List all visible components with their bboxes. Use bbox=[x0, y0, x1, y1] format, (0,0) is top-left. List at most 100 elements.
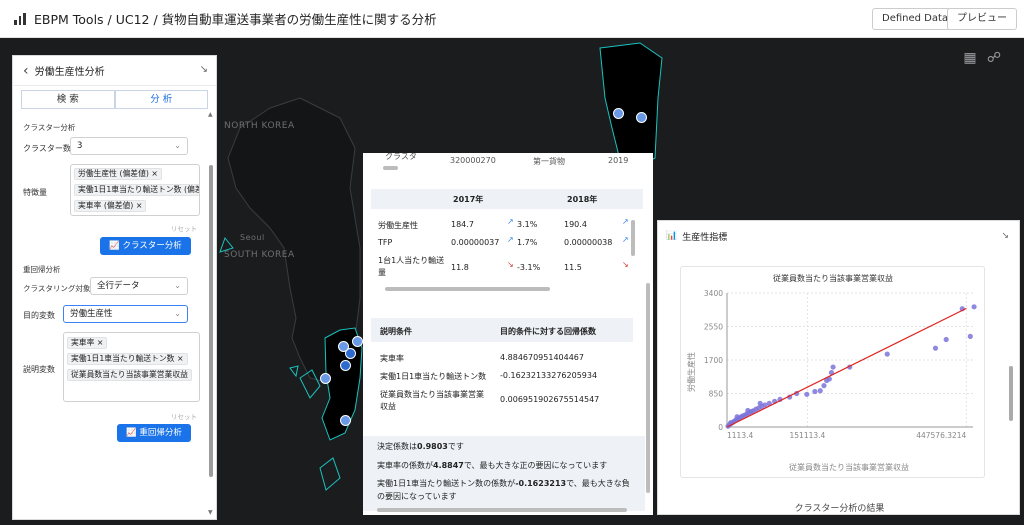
scatter-chart-card: 従業員数当たり当該事業営業収益 従業員数当たり当該事業営業収益 労働生産性 0 8… bbox=[680, 266, 985, 478]
year-header-row bbox=[371, 189, 643, 209]
bar-chart-icon: 📊 bbox=[666, 231, 678, 241]
productivity-header: 📊 生産性指標 ↘ bbox=[658, 221, 1019, 251]
map-marker[interactable] bbox=[613, 108, 624, 119]
map-marker[interactable] bbox=[352, 336, 363, 347]
cluster-section-label: クラスター分析 bbox=[23, 123, 76, 132]
metric-value-2017: 11.8 bbox=[451, 263, 469, 272]
data-point bbox=[745, 407, 751, 414]
tab-search[interactable]: 検 索 bbox=[21, 90, 115, 109]
x-tick-label: 1113.4 bbox=[727, 431, 753, 440]
cluster-count-select[interactable]: 3 ⌄ bbox=[70, 137, 188, 155]
metric-value-2018: 0.00000038 bbox=[564, 238, 613, 247]
chevron-down-icon: ⌄ bbox=[174, 141, 181, 150]
back-icon[interactable]: ‹ bbox=[23, 63, 29, 79]
data-point bbox=[821, 383, 827, 389]
preview-button[interactable]: プレビュー bbox=[947, 8, 1017, 30]
regression-row-label: 実車率 bbox=[380, 354, 404, 363]
scroll-thumb[interactable] bbox=[209, 165, 213, 477]
summary-r2: 決定係数は0.9803です bbox=[377, 442, 464, 451]
map-label-south-korea: SOUTH KOREA bbox=[224, 250, 295, 260]
regression-row-label: 従業員数当たり当該事業営業収益 bbox=[380, 390, 484, 411]
defined-data-button[interactable]: Defined Data bbox=[872, 8, 959, 30]
tab-analysis[interactable]: 分 析 bbox=[114, 90, 208, 109]
trend-line bbox=[726, 307, 967, 428]
trend-down-icon: ↘ bbox=[622, 260, 629, 269]
metric-label: 労働生産性 bbox=[378, 221, 418, 230]
map-icon[interactable]: ▦ bbox=[962, 50, 978, 66]
regression-reset-link[interactable]: リセット bbox=[171, 411, 197, 421]
regression-analysis-button[interactable]: 📈 重回帰分析 bbox=[117, 424, 191, 442]
bar-chart-icon bbox=[14, 12, 27, 25]
y-tick-label: 3400 bbox=[704, 289, 723, 298]
cluster-year: 2019 bbox=[608, 156, 629, 165]
target-scope-select[interactable]: 全行データ ⌄ bbox=[90, 277, 188, 295]
feature-tag[interactable]: 実車率 (偏差値) × bbox=[74, 200, 147, 212]
panel-vertical-scrollbar[interactable] bbox=[646, 283, 650, 493]
explanatory-tag[interactable]: 実車率 × bbox=[67, 337, 108, 349]
scroll-down-icon[interactable]: ▼ bbox=[208, 509, 213, 516]
explanatory-label: 説明変数 bbox=[23, 365, 55, 374]
explanatory-tag[interactable]: 実働1日1車当たり輸送トン数 × bbox=[67, 353, 188, 365]
data-point bbox=[734, 414, 740, 420]
cluster-analysis-button[interactable]: 📈 クラスター分析 bbox=[100, 237, 191, 255]
year-2017-header: 2017年 bbox=[453, 195, 484, 204]
panel-body: クラスター分析 クラスター数 3 ⌄ 特徴量 労働生産性 (偏差値) × 実働1… bbox=[13, 108, 209, 518]
map-marker[interactable] bbox=[340, 415, 351, 426]
cluster-reset-link[interactable]: リセット bbox=[171, 223, 197, 233]
page-title: EBPM Tools / UC12 / 貨物自動車運送事業者の労働生産性に関する… bbox=[34, 12, 437, 27]
cluster-result-label: クラスター分析の結果 bbox=[794, 504, 885, 514]
y-tick-label: 2550 bbox=[704, 323, 723, 332]
map-marker[interactable] bbox=[340, 360, 351, 371]
table-vertical-scrollbar[interactable] bbox=[631, 220, 635, 256]
objective-select[interactable]: 労働生産性 ⌄ bbox=[63, 305, 188, 323]
summary-line-positive: 実車率の係数が4.8847で、最も大きな正の要因になっています bbox=[377, 461, 608, 470]
map-label-north-korea: NORTH KOREA bbox=[224, 121, 295, 131]
map-marker[interactable] bbox=[338, 341, 349, 352]
map-marker[interactable] bbox=[320, 373, 331, 384]
map-marker[interactable] bbox=[636, 112, 647, 123]
features-label: 特徴量 bbox=[23, 188, 47, 197]
chart-title: 従業員数当たり当該事業営業収益 bbox=[773, 273, 893, 283]
summary-line-negative-cont: の要因になっています bbox=[377, 492, 457, 501]
metric-value-2018: 190.4 bbox=[564, 220, 587, 229]
chart-x-axis-label: 従業員数当たり当該事業営業収益 bbox=[789, 462, 909, 472]
explanatory-tag[interactable]: 従業員数当たり当該事業営業収益 bbox=[67, 369, 192, 381]
feature-tag[interactable]: 労働生産性 (偏差値) × bbox=[74, 168, 162, 180]
regression-row-value: -0.16232133276205934 bbox=[500, 371, 598, 380]
collapse-icon[interactable]: ↘ bbox=[200, 64, 208, 75]
panel-horizontal-scrollbar[interactable] bbox=[377, 508, 627, 512]
panel-vertical-scrollbar[interactable] bbox=[1009, 366, 1013, 421]
target-scope-label: クラスタリング対象 bbox=[23, 284, 91, 293]
analysis-panel: ‹ 労働生産性分析 ↘ 検 索 分 析 クラスター分析 クラスター数 3 ⌄ 特… bbox=[12, 55, 217, 520]
data-point bbox=[884, 351, 890, 357]
data-point bbox=[943, 336, 949, 343]
feature-tag[interactable]: 実働1日1車当たり輸送トン数 (偏差 bbox=[74, 184, 199, 196]
table-horizontal-scrollbar[interactable] bbox=[385, 287, 550, 291]
data-point bbox=[812, 388, 818, 395]
metric-value-2018: 11.5 bbox=[564, 263, 582, 272]
productivity-title: 生産性指標 bbox=[682, 232, 728, 243]
explanatory-multiselect[interactable]: 実車率 × 実働1日1車当たり輸送トン数 × 従業員数当たり当該事業営業収益 bbox=[63, 332, 200, 402]
metric-value-2017: 184.7 bbox=[451, 220, 474, 229]
collapse-icon[interactable]: ↘ bbox=[1001, 231, 1009, 241]
regression-row-label: 実働1日1車当たり輸送トン数 bbox=[380, 372, 487, 381]
metric-label: 1台1人当たり輸送量 bbox=[378, 256, 445, 277]
x-tick-label: 151113.4 bbox=[790, 431, 826, 440]
regression-row-value: 0.006951902675514547 bbox=[500, 395, 600, 404]
cluster-count-value: 3 bbox=[77, 141, 83, 151]
metric-value-2017: 0.00000037 bbox=[451, 238, 500, 247]
detail-panel: クラスタ 320000270 第一貨物 2019 2017年 2018年 労働生… bbox=[363, 153, 653, 515]
year-2018-header: 2018年 bbox=[567, 195, 598, 204]
scroll-up-icon[interactable]: ▲ bbox=[208, 111, 213, 118]
trend-down-icon: ↘ bbox=[507, 260, 514, 269]
panel-scrollbar[interactable]: ▲ ▼ bbox=[208, 111, 214, 516]
horizontal-scrollbar[interactable] bbox=[383, 166, 398, 170]
company-name: 第一貨物 bbox=[533, 157, 565, 166]
objective-value: 労働生産性 bbox=[70, 309, 113, 319]
panel-header: ‹ 労働生産性分析 ↘ bbox=[13, 56, 216, 86]
metric-change-2017: 1.7% bbox=[517, 238, 538, 247]
network-icon[interactable]: ☍ bbox=[986, 50, 1002, 66]
y-tick-label: 850 bbox=[709, 390, 724, 399]
features-multiselect[interactable]: 労働生産性 (偏差値) × 実働1日1車当たり輸送トン数 (偏差 実車率 (偏差… bbox=[70, 164, 200, 216]
data-point bbox=[971, 304, 977, 310]
